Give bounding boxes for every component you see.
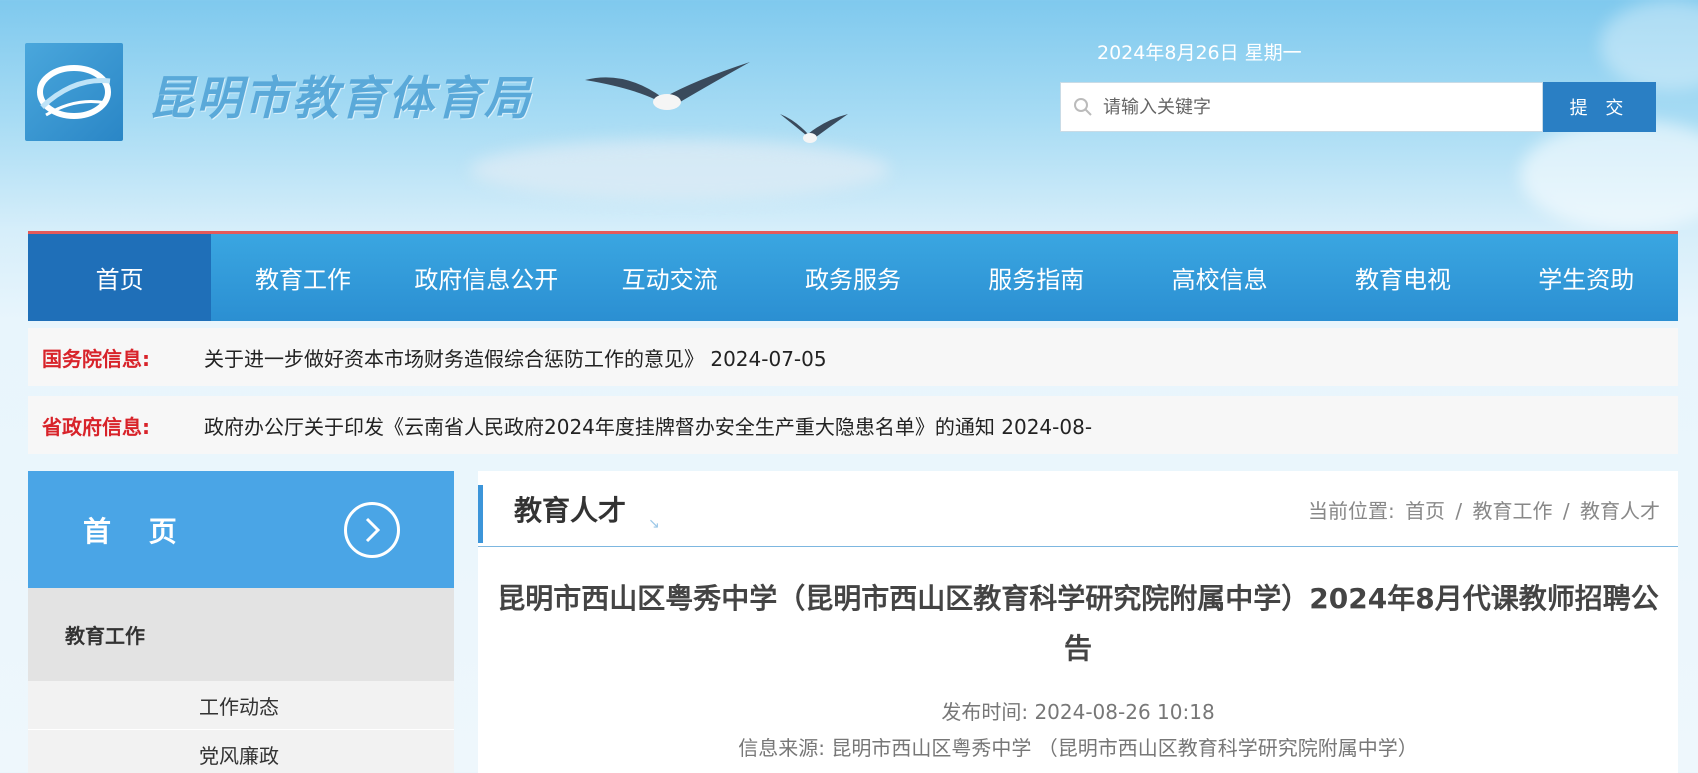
nav-item-education-tv[interactable]: 教育电视 (1311, 234, 1494, 321)
breadcrumb-home[interactable]: 首页 (1405, 499, 1445, 523)
article-meta: 发布时间: 2024-08-26 10:18 信息来源: 昆明市西山区粤秀中学 … (478, 694, 1678, 766)
logo-icon[interactable] (25, 43, 123, 141)
sidebar-item-work-news[interactable]: 工作动态 (28, 681, 454, 730)
nav-item-university-info[interactable]: 高校信息 (1128, 234, 1311, 321)
breadcrumb-education-work[interactable]: 教育工作 (1473, 499, 1553, 523)
chevron-right-icon[interactable] (344, 502, 400, 558)
category-title: 教育人才 (514, 493, 627, 527)
sidebar-section-education-work[interactable]: 教育工作 (28, 588, 454, 681)
site-logo-text[interactable]: 昆明市教育体育局 (148, 62, 532, 128)
search-input[interactable] (1103, 96, 1523, 118)
nav-item-gov-services[interactable]: 政务服务 (761, 234, 944, 321)
article-title: 昆明市西山区粤秀中学（昆明市西山区教育科学研究院附属中学）2024年8月代课教师… (497, 582, 1659, 665)
main-nav: 首页 教育工作 政府信息公开 互动交流 政务服务 服务指南 高校信息 教育电视 … (28, 231, 1678, 321)
breadcrumb-separator: / (1562, 499, 1570, 523)
source-label: 信息来源: (738, 736, 826, 760)
ticker-label: 省政府信息: (42, 414, 150, 439)
site-header: 昆明市教育体育局 2024年8月26日 星期一 提 交 (0, 0, 1698, 230)
search-submit-button[interactable]: 提 交 (1543, 82, 1656, 132)
nav-item-student-aid[interactable]: 学生资助 (1495, 234, 1678, 321)
ticker-provincial-gov: 省政府信息: 政府办公厅关于印发《云南省人民政府2024年度挂牌督办安全生产重大… (28, 396, 1678, 454)
sidebar-home[interactable]: 首 页 (28, 471, 454, 588)
sidebar-home-label: 首 页 (83, 514, 191, 548)
source-value: 昆明市西山区粤秀中学 （昆明市西山区教育科学研究院附属中学） (831, 736, 1418, 760)
seagull-icon (585, 62, 750, 110)
corner-arrow-icon: ↘ (648, 516, 660, 532)
nav-item-gov-info[interactable]: 政府信息公开 (395, 234, 578, 321)
ticker-label: 国务院信息: (42, 346, 150, 371)
search-icon (1074, 98, 1092, 116)
breadcrumb: 当前位置: 首页 / 教育工作 / 教育人才 (1306, 495, 1662, 524)
nav-item-home[interactable]: 首页 (28, 234, 212, 321)
nav-item-interaction[interactable]: 互动交流 (578, 234, 761, 321)
header-accent-bar (478, 485, 483, 543)
sidebar-item-integrity[interactable]: 党风廉政 (28, 730, 454, 773)
breadcrumb-current[interactable]: 教育人才 (1580, 499, 1660, 523)
ticker-state-council: 国务院信息: 关于进一步做好资本市场财务造假综合惩防工作的意见》 2024-07… (28, 328, 1678, 386)
publish-label: 发布时间: (941, 700, 1029, 724)
search-box (1060, 82, 1543, 132)
seagull-small-icon (780, 114, 848, 143)
breadcrumb-separator: / (1455, 499, 1463, 523)
publish-time: 2024-08-26 10:18 (1034, 700, 1215, 724)
source-info: 信息来源: 昆明市西山区粤秀中学 （昆明市西山区教育科学研究院附属中学） (478, 730, 1678, 766)
ticker-link[interactable]: 政府办公厅关于印发《云南省人民政府2024年度挂牌督办安全生产重大隐患名单》的通… (204, 411, 1092, 440)
main-content: 教育人才 ↘ 当前位置: 首页 / 教育工作 / 教育人才 昆明市西山区粤秀中学… (478, 471, 1678, 773)
content-header: 教育人才 ↘ 当前位置: 首页 / 教育工作 / 教育人才 (478, 471, 1678, 547)
ticker-link[interactable]: 关于进一步做好资本市场财务造假综合惩防工作的意见》 2024-07-05 (204, 343, 827, 372)
breadcrumb-prefix: 当前位置: (1307, 499, 1395, 523)
search-bar: 提 交 (1060, 82, 1656, 132)
nav-item-education-work[interactable]: 教育工作 (211, 234, 394, 321)
nav-item-service-guide[interactable]: 服务指南 (945, 234, 1128, 321)
current-date: 2024年8月26日 星期一 (1097, 42, 1302, 64)
publish-info: 发布时间: 2024-08-26 10:18 (478, 694, 1678, 730)
sidebar: 首 页 教育工作 工作动态 党风廉政 (28, 471, 454, 773)
